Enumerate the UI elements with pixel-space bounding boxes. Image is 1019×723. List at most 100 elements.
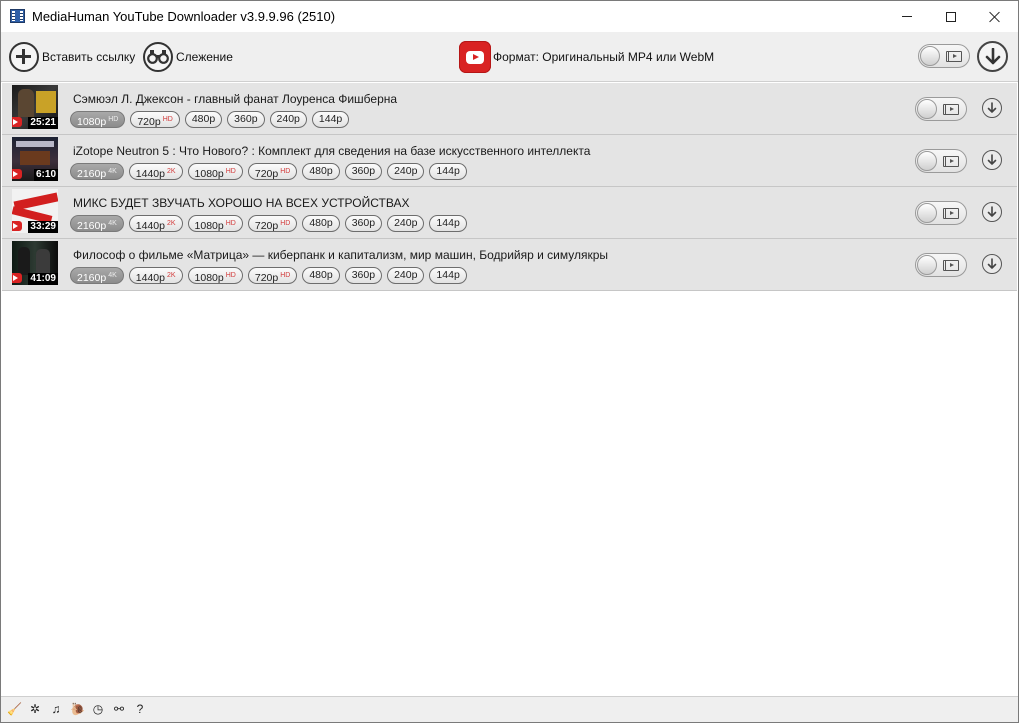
quality-chip[interactable]: 1080p HD	[70, 111, 126, 128]
close-button[interactable]	[972, 1, 1018, 32]
quality-label: 1080p	[194, 272, 224, 284]
quality-chip[interactable]: 360p	[344, 163, 383, 180]
quality-chip[interactable]: 1440p 2K	[128, 267, 183, 284]
quality-options: 2160p 4K 1440p 2K 1080p HD 720p HD 480p 360p 240p 1…	[70, 267, 467, 284]
quality-badge: 4K	[108, 272, 117, 279]
quality-label: 720p	[254, 220, 279, 232]
quality-label: 2160p	[77, 272, 107, 284]
app-window: MediaHuman YouTube Downloader v3.9.9.96 …	[0, 0, 1019, 723]
plus-icon	[9, 42, 39, 72]
paste-link-button[interactable]: Вставить ссылку	[9, 41, 135, 73]
download-arrow-icon	[987, 206, 997, 217]
quality-chip[interactable]: 240p	[387, 267, 425, 284]
download-button[interactable]	[982, 98, 1002, 118]
quality-label: 720p	[254, 168, 279, 180]
video-thumbnail: 25:21	[12, 85, 58, 129]
download-button[interactable]	[982, 254, 1002, 274]
minimize-button[interactable]	[884, 1, 930, 32]
video-thumbnail: 33:29	[12, 189, 58, 233]
quality-chip[interactable]: 1080p HD	[187, 215, 243, 232]
quality-label: 360p	[351, 217, 376, 229]
download-all-button[interactable]	[977, 41, 1008, 72]
quality-chip[interactable]: 480p	[302, 215, 340, 232]
quality-chip[interactable]: 480p	[302, 163, 340, 180]
format-button[interactable]: Формат: Оригинальный MP4 или WebM	[459, 41, 714, 73]
quality-label: 1440p	[135, 272, 165, 284]
quality-label: 1080p	[194, 220, 224, 232]
quality-chip[interactable]: 2160p 4K	[70, 215, 124, 232]
list-item[interactable]: 41:09 Философ о фильме «Матрица» — кибер…	[2, 239, 1017, 291]
quality-badge: HD	[225, 220, 236, 227]
quality-label: 144p	[436, 217, 460, 229]
gear-icon[interactable]: ✲	[28, 702, 42, 716]
quality-chip[interactable]: 1440p 2K	[128, 215, 183, 232]
quality-badge: HD	[162, 116, 173, 123]
broom-icon[interactable]: 🧹	[7, 702, 22, 716]
download-button[interactable]	[982, 150, 1002, 170]
quality-chip[interactable]: 144p	[429, 267, 467, 284]
video-thumbnail: 6:10	[12, 137, 58, 181]
video-audio-toggle[interactable]	[915, 253, 967, 277]
quality-label: 480p	[309, 165, 333, 177]
quality-chip[interactable]: 2160p 4K	[70, 163, 124, 180]
quality-chip[interactable]: 360p	[227, 111, 265, 128]
toolbar: Вставить ссылку Слежение Формат: Оригина…	[1, 32, 1018, 82]
quality-chip[interactable]: 720p HD	[247, 267, 298, 284]
quality-label: 720p	[137, 116, 161, 128]
video-audio-toggle[interactable]	[915, 97, 967, 121]
quality-label: 480p	[309, 217, 333, 229]
quality-chip[interactable]: 144p	[311, 111, 350, 128]
quality-chip[interactable]: 720p HD	[247, 163, 298, 180]
maximize-button[interactable]	[928, 1, 974, 32]
quality-chip[interactable]: 144p	[429, 163, 467, 180]
tracking-button[interactable]: Слежение	[143, 41, 233, 73]
quality-chip[interactable]: 480p	[302, 267, 340, 284]
video-audio-toggle[interactable]	[915, 201, 967, 225]
youtube-mini-icon	[12, 221, 22, 231]
quality-chip[interactable]: 720p HD	[130, 111, 180, 128]
quality-label: 2160p	[77, 220, 107, 232]
video-list: 25:21 Сэмюэл Л. Джексон - главный фанат …	[2, 83, 1017, 291]
youtube-mini-icon	[12, 273, 22, 283]
quality-badge: 2K	[166, 168, 176, 175]
clock-icon[interactable]: ◷	[91, 702, 105, 716]
download-button[interactable]	[982, 202, 1002, 222]
list-item[interactable]: 25:21 Сэмюэл Л. Джексон - главный фанат …	[2, 83, 1017, 135]
quality-chip[interactable]: 1080p HD	[187, 267, 243, 284]
download-arrow-icon	[985, 47, 1000, 64]
binoculars-icon[interactable]: ⚯	[112, 702, 126, 716]
quality-chip[interactable]: 2160p 4K	[70, 267, 124, 284]
toggle-knob	[917, 99, 937, 119]
video-title: iZotope Neutron 5 : Что Нового? : Компле…	[73, 144, 591, 158]
quality-chip[interactable]: 1080p HD	[187, 163, 243, 180]
app-film-icon	[10, 9, 25, 23]
quality-chip[interactable]: 240p	[387, 215, 425, 232]
video-audio-toggle[interactable]	[915, 149, 967, 173]
quality-chip[interactable]: 480p	[184, 111, 223, 128]
film-icon	[946, 51, 962, 62]
quality-label: 2160p	[77, 168, 107, 180]
binoculars-icon	[143, 42, 173, 72]
video-thumbnail: 41:09	[12, 241, 58, 285]
quality-chip[interactable]: 144p	[429, 215, 467, 232]
quality-chip[interactable]: 360p	[344, 215, 383, 232]
video-title: МИКС БУДЕТ ЗВУЧАТЬ ХОРОШО НА ВСЕХ УСТРОЙ…	[73, 196, 410, 210]
quality-label: 240p	[276, 113, 300, 125]
global-video-audio-toggle[interactable]	[918, 44, 970, 68]
list-item[interactable]: 6:10 iZotope Neutron 5 : Что Нового? : К…	[2, 135, 1017, 187]
quality-label: 240p	[394, 269, 418, 281]
snail-icon[interactable]: 🐌	[70, 702, 85, 716]
quality-chip[interactable]: 240p	[269, 111, 307, 128]
music-note-icon[interactable]: ♫	[49, 702, 63, 716]
quality-chip[interactable]: 360p	[344, 267, 383, 284]
quality-label: 360p	[351, 269, 376, 281]
quality-label: 480p	[191, 113, 216, 125]
close-icon	[989, 11, 1001, 23]
help-icon[interactable]: ?	[133, 702, 147, 716]
quality-chip[interactable]: 720p HD	[247, 215, 298, 232]
quality-chip[interactable]: 240p	[387, 163, 425, 180]
download-arrow-icon	[987, 154, 997, 165]
quality-chip[interactable]: 1440p 2K	[128, 163, 183, 180]
list-item[interactable]: 33:29 МИКС БУДЕТ ЗВУЧАТЬ ХОРОШО НА ВСЕХ …	[2, 187, 1017, 239]
quality-badge: 2K	[166, 272, 176, 279]
